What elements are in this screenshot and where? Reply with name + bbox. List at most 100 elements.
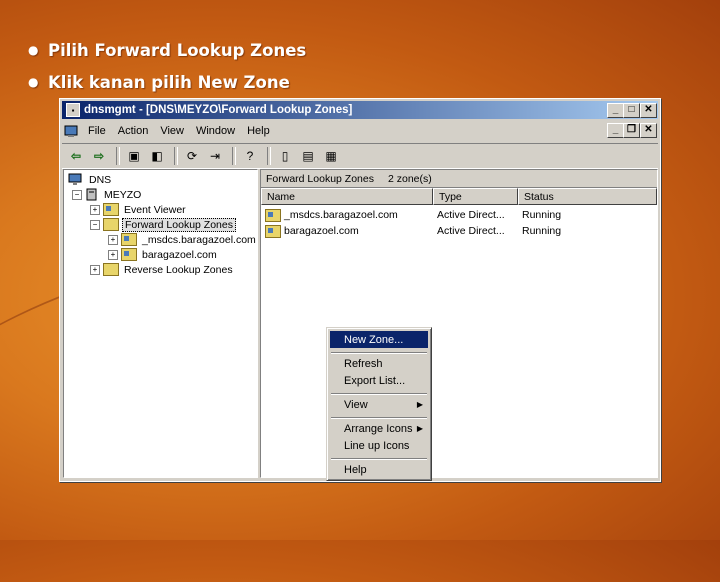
menu-item-new-zone[interactable]: New Zone... bbox=[330, 331, 428, 348]
tree-label: Reverse Lookup Zones bbox=[124, 263, 233, 276]
row-status-cell: Running bbox=[522, 209, 562, 221]
toolbar: ⇦ ⇨ ▣ ◧ ⟳ ⇥ ? ▯ ▤ ▦ bbox=[62, 143, 658, 169]
row-name-cell: baragazoel.com bbox=[261, 224, 433, 238]
tree-label: _msdcs.baragazoel.com bbox=[142, 233, 256, 246]
export-list-icon[interactable]: ⇥ bbox=[205, 147, 225, 165]
help-icon[interactable]: ? bbox=[240, 147, 260, 165]
menu-separator bbox=[331, 352, 427, 354]
menu-item-arrange-icons[interactable]: Arrange Icons ▶ bbox=[330, 420, 428, 437]
menu-item-help[interactable]: Help bbox=[330, 461, 428, 478]
up-folder-icon[interactable]: ▣ bbox=[124, 147, 144, 165]
dns-icon bbox=[68, 173, 82, 185]
row-status-cell: Running bbox=[522, 225, 562, 237]
show-hide-tree-icon[interactable]: ◧ bbox=[147, 147, 167, 165]
forward-arrow-icon[interactable]: ⇨ bbox=[89, 147, 109, 165]
menu-item-refresh[interactable]: Refresh bbox=[330, 355, 428, 372]
console-tree: DNS − MEYZO + Event Viewer − Forward Loo… bbox=[63, 169, 258, 478]
expand-toggle-icon[interactable]: + bbox=[90, 204, 100, 215]
column-headers: Name Type Status bbox=[261, 188, 657, 205]
tree-node-event-viewer[interactable]: + Event Viewer bbox=[90, 202, 188, 217]
table-row[interactable]: _msdcs.baragazoel.com Active Direct... R… bbox=[261, 207, 657, 223]
row-name-cell: _msdcs.baragazoel.com bbox=[261, 208, 433, 222]
zone-name: baragazoel.com bbox=[284, 225, 359, 237]
tree-label: baragazoel.com bbox=[142, 248, 217, 261]
bullet-text: Klik kanan pilih New Zone bbox=[48, 72, 290, 92]
folder-icon bbox=[103, 263, 119, 276]
minimize-button[interactable]: _ bbox=[607, 103, 624, 118]
zone-icon bbox=[265, 208, 281, 222]
expand-toggle-icon[interactable]: + bbox=[90, 264, 100, 275]
tree-node-reverse-lookup-zones[interactable]: + Reverse Lookup Zones bbox=[90, 262, 235, 277]
details-header: Forward Lookup Zones 2 zone(s) bbox=[261, 170, 657, 188]
tree-label: Forward Lookup Zones bbox=[122, 217, 236, 232]
mmc-console-icon bbox=[64, 125, 78, 137]
mdi-minimize-button[interactable]: _ bbox=[607, 123, 624, 138]
app-icon: ▪ bbox=[66, 103, 80, 117]
tree-label: MEYZO bbox=[104, 188, 142, 201]
zone-name: _msdcs.baragazoel.com bbox=[284, 209, 398, 221]
tree-label: Event Viewer bbox=[124, 203, 186, 216]
table-row[interactable]: baragazoel.com Active Direct... Running bbox=[261, 223, 657, 239]
event-viewer-icon bbox=[103, 203, 119, 216]
zone-icon bbox=[121, 248, 137, 261]
row-type-cell: Active Direct... bbox=[437, 225, 505, 237]
submenu-arrow-icon: ▶ bbox=[416, 424, 423, 433]
column-header-name[interactable]: Name bbox=[261, 188, 433, 205]
toolbar-separator bbox=[267, 147, 271, 165]
zone-folder-icon[interactable]: ▦ bbox=[321, 147, 341, 165]
tree-node-forward-lookup-zones[interactable]: − Forward Lookup Zones bbox=[90, 217, 236, 232]
menu-window[interactable]: Window bbox=[190, 125, 241, 137]
mdi-restore-button[interactable]: ❐ bbox=[623, 123, 640, 138]
menu-bar: File Action View Window Help _ ❐ ✕ bbox=[62, 121, 658, 141]
window-title: dnsmgmt - [DNS\MEYZO\Forward Lookup Zone… bbox=[84, 104, 353, 116]
toolbar-separator bbox=[116, 147, 120, 165]
menu-item-label: View bbox=[344, 398, 368, 411]
toolbar-separator bbox=[174, 147, 178, 165]
menu-item-label: Arrange Icons bbox=[344, 422, 413, 435]
back-arrow-icon[interactable]: ⇦ bbox=[66, 147, 86, 165]
bullet-item: ● Pilih Forward Lookup Zones bbox=[28, 34, 306, 66]
title-bar[interactable]: ▪ dnsmgmt - [DNS\MEYZO\Forward Lookup Zo… bbox=[62, 101, 658, 119]
tree-node-dns[interactable]: DNS bbox=[68, 172, 113, 187]
expand-toggle-icon[interactable]: + bbox=[108, 249, 118, 260]
details-title: Forward Lookup Zones bbox=[266, 172, 374, 185]
close-button[interactable]: ✕ bbox=[640, 103, 657, 118]
menu-item-line-up-icons[interactable]: Line up Icons bbox=[330, 437, 428, 454]
zone-icon bbox=[121, 233, 137, 246]
tree-node-zone[interactable]: + baragazoel.com bbox=[108, 247, 219, 262]
details-pane: Forward Lookup Zones 2 zone(s) Name Type… bbox=[260, 169, 658, 478]
menu-separator bbox=[331, 417, 427, 419]
collapse-toggle-icon[interactable]: − bbox=[72, 189, 82, 200]
collapse-toggle-icon[interactable]: − bbox=[90, 219, 100, 230]
menu-view[interactable]: View bbox=[154, 125, 190, 137]
zone-count: 2 zone(s) bbox=[387, 172, 432, 185]
menu-action[interactable]: Action bbox=[112, 125, 155, 137]
column-header-status[interactable]: Status bbox=[518, 188, 657, 205]
expand-toggle-icon[interactable]: + bbox=[108, 234, 118, 245]
maximize-button[interactable]: □ bbox=[623, 103, 640, 118]
menu-file[interactable]: File bbox=[82, 125, 112, 137]
zone-icon bbox=[265, 224, 281, 238]
bullet-dot-icon: ● bbox=[28, 43, 39, 57]
menu-item-view[interactable]: View ▶ bbox=[330, 396, 428, 413]
document-icon[interactable]: ▤ bbox=[298, 147, 318, 165]
tree-label: DNS bbox=[89, 173, 112, 186]
toolbar-separator bbox=[232, 147, 236, 165]
folder-icon bbox=[103, 218, 119, 231]
mdi-close-button[interactable]: ✕ bbox=[640, 123, 657, 138]
menu-help[interactable]: Help bbox=[241, 125, 276, 137]
refresh-icon[interactable]: ⟳ bbox=[182, 147, 202, 165]
tree-node-zone[interactable]: + _msdcs.baragazoel.com bbox=[108, 232, 258, 247]
server-icon[interactable]: ▯ bbox=[275, 147, 295, 165]
column-header-type[interactable]: Type bbox=[433, 188, 518, 205]
submenu-arrow-icon: ▶ bbox=[416, 400, 423, 409]
context-menu: New Zone... Refresh Export List... View … bbox=[326, 327, 432, 481]
tree-node-server[interactable]: − MEYZO bbox=[72, 187, 143, 202]
slide-bullets: ● Pilih Forward Lookup Zones ● Klik kanan … bbox=[28, 34, 306, 98]
menu-item-export-list[interactable]: Export List... bbox=[330, 372, 428, 389]
bullet-text: Pilih Forward Lookup Zones bbox=[48, 40, 307, 60]
bullet-item: ● Klik kanan pilih New Zone bbox=[28, 66, 306, 98]
menu-separator bbox=[331, 458, 427, 460]
bullet-dot-icon: ● bbox=[28, 75, 39, 89]
menu-separator bbox=[331, 393, 427, 395]
